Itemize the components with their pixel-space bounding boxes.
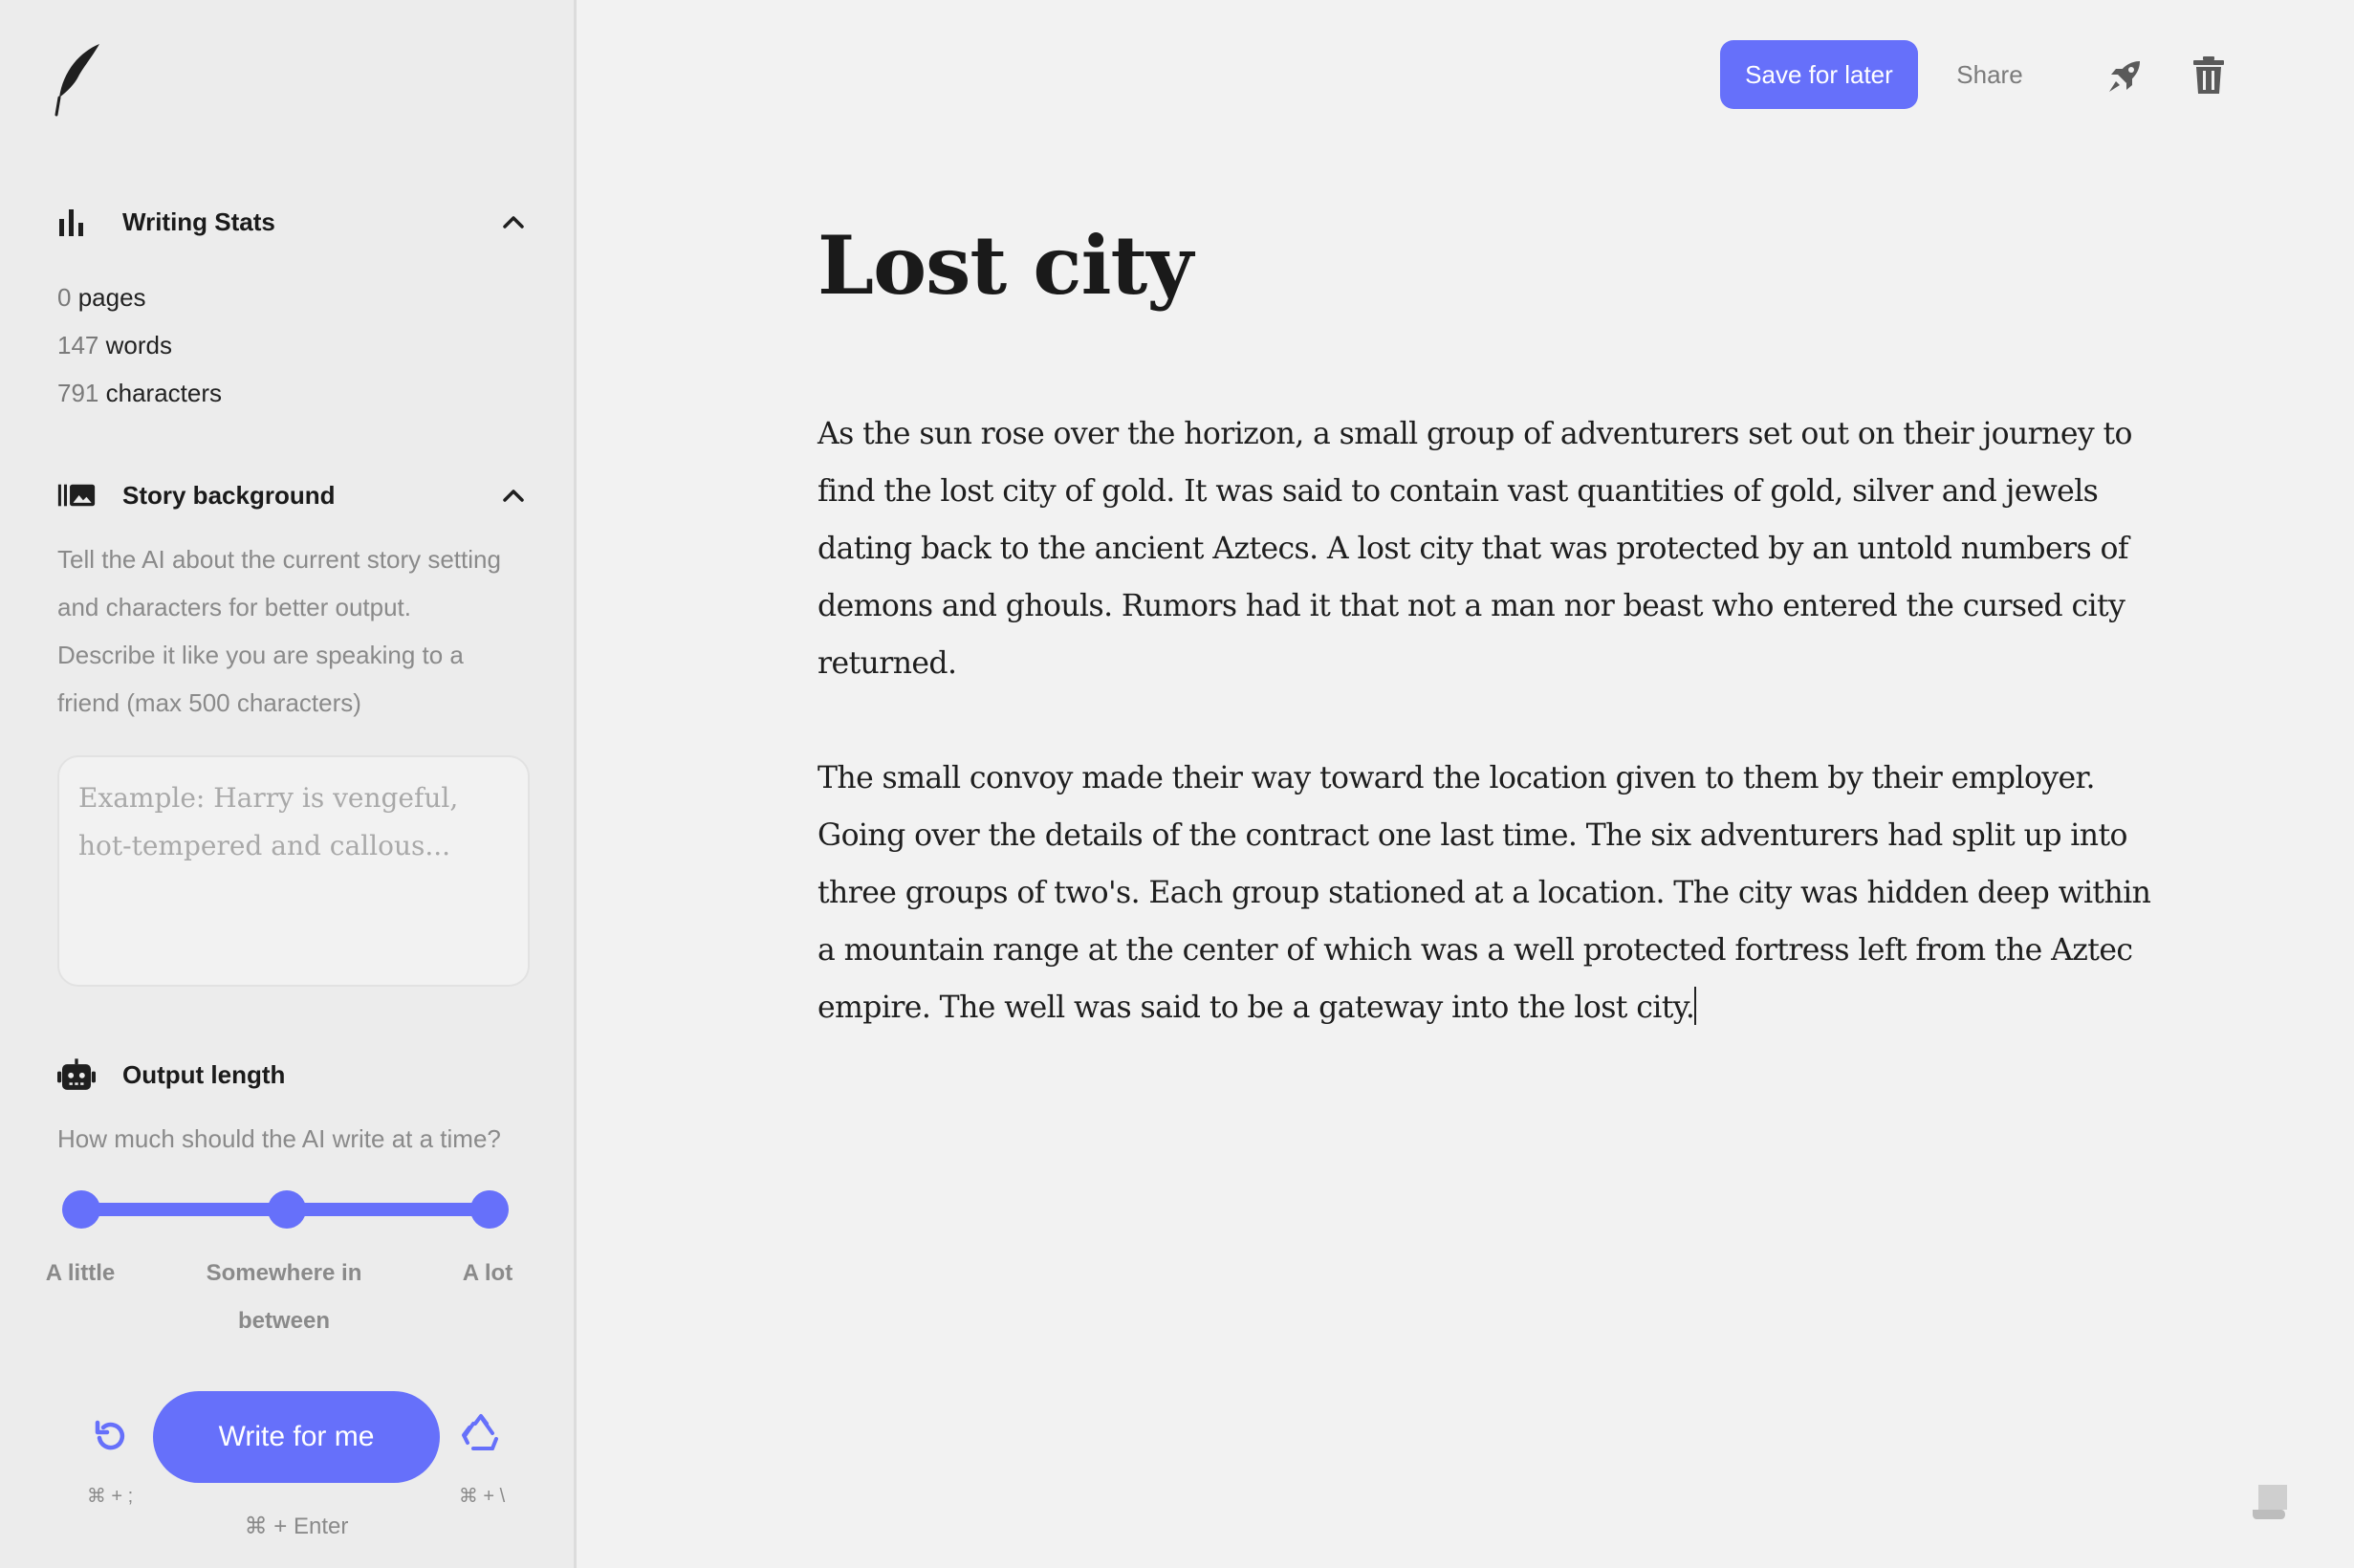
description-line: Tell the AI about the current story sett… bbox=[57, 545, 501, 574]
image-panel-icon bbox=[57, 479, 96, 512]
robot-icon bbox=[57, 1058, 96, 1091]
document-title[interactable]: Lost city bbox=[817, 218, 1193, 313]
slider-label-line: Somewhere in bbox=[206, 1260, 362, 1286]
retry-shortcut-hint: ⌘ + \ bbox=[458, 1486, 506, 1507]
description-line: friend (max 500 characters) bbox=[57, 688, 361, 717]
description-line: and characters for better output. bbox=[57, 593, 411, 621]
story-background-header[interactable]: Story background bbox=[57, 474, 528, 516]
description-line: Describe it like you are speaking to a bbox=[57, 641, 464, 669]
scroll-icon[interactable] bbox=[2249, 1478, 2295, 1524]
stat-pages: 0 pages bbox=[57, 273, 222, 321]
stat-words-label: words bbox=[105, 331, 172, 359]
document-paragraph-text: The small convoy made their way toward t… bbox=[817, 761, 2151, 1025]
writing-stats-title: Writing Stats bbox=[122, 207, 275, 236]
slider-label-line: between bbox=[237, 1308, 331, 1334]
recycle-icon[interactable] bbox=[457, 1409, 507, 1459]
slider-label-somewhere-in-between: Somewhere in between bbox=[178, 1250, 390, 1345]
chevron-up-icon[interactable] bbox=[499, 481, 528, 510]
stat-characters-label: characters bbox=[105, 379, 223, 407]
output-length-question: How much should the AI write at a time? bbox=[57, 1124, 501, 1153]
slider-label-a-lot: A lot bbox=[462, 1260, 513, 1286]
writing-stats-list: 0 pages 147 words 791 characters bbox=[57, 273, 222, 417]
slider-stop-a-lot[interactable] bbox=[470, 1190, 509, 1229]
slider-label-a-little: A little bbox=[45, 1260, 116, 1286]
undo-shortcut-hint: ⌘ + ; bbox=[86, 1486, 134, 1507]
slider-stop-somewhere-in-between[interactable] bbox=[268, 1190, 306, 1229]
slider-stop-a-little[interactable] bbox=[62, 1190, 100, 1229]
document-paragraph[interactable]: As the sun rose over the horizon, a smal… bbox=[817, 405, 2166, 692]
text-cursor bbox=[1694, 987, 1697, 1025]
rocket-icon[interactable] bbox=[2102, 54, 2147, 99]
undo-icon[interactable] bbox=[86, 1413, 134, 1461]
stat-characters: 791 characters bbox=[57, 369, 222, 417]
stat-pages-value: 0 bbox=[57, 283, 72, 312]
document-body[interactable]: As the sun rose over the horizon, a smal… bbox=[817, 405, 2166, 1094]
stat-characters-value: 791 bbox=[57, 379, 99, 407]
stat-words-value: 147 bbox=[57, 331, 99, 359]
chevron-up-icon[interactable] bbox=[499, 207, 528, 236]
bar-chart-icon bbox=[57, 206, 96, 238]
story-background-input[interactable] bbox=[57, 755, 530, 987]
output-length-header: Output length bbox=[57, 1054, 528, 1096]
output-length-title: Output length bbox=[122, 1059, 286, 1089]
write-shortcut-hint: ⌘ + Enter bbox=[244, 1514, 349, 1539]
document-paragraph[interactable]: The small convoy made their way toward t… bbox=[817, 750, 2166, 1036]
feather-logo-icon[interactable] bbox=[54, 42, 103, 117]
story-background-title: Story background bbox=[122, 480, 336, 510]
writing-stats-header[interactable]: Writing Stats bbox=[57, 201, 528, 243]
sidebar: Writing Stats 0 pages 147 words 791 char… bbox=[0, 0, 577, 1568]
write-for-me-button[interactable]: Write for me bbox=[153, 1391, 440, 1483]
save-for-later-button[interactable]: Save for later bbox=[1720, 40, 1918, 109]
stat-words: 147 words bbox=[57, 321, 222, 369]
stat-pages-label: pages bbox=[77, 283, 146, 312]
story-background-description: Tell the AI about the current story sett… bbox=[57, 535, 540, 727]
share-button[interactable]: Share bbox=[1941, 40, 2038, 109]
trash-icon[interactable] bbox=[2186, 52, 2232, 99]
